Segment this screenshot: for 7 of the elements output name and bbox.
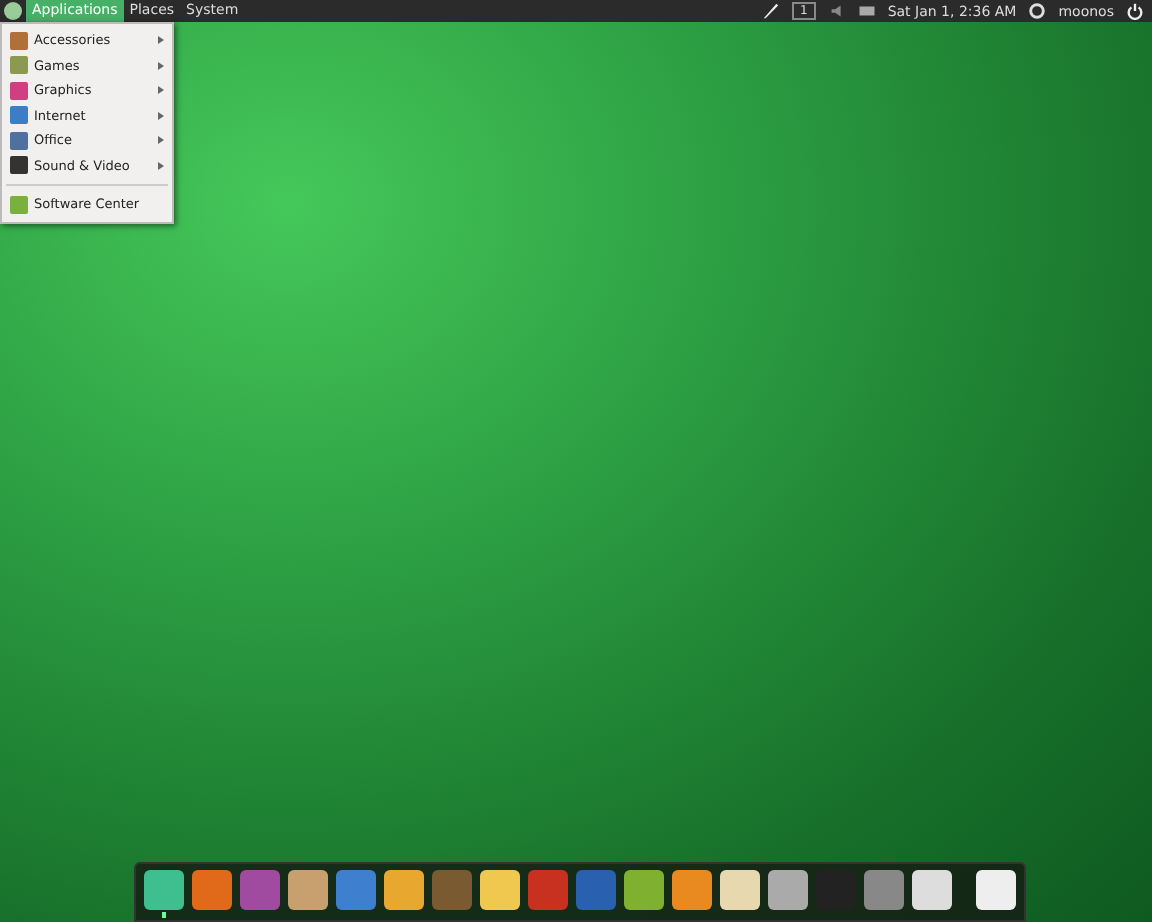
power-icon[interactable]	[1126, 2, 1144, 20]
submenu-arrow-icon	[158, 61, 164, 70]
submenu-arrow-icon	[158, 111, 164, 120]
submenu-arrow-icon	[158, 136, 164, 145]
submenu-arrow-icon	[158, 161, 164, 170]
submenu-arrow-icon	[158, 36, 164, 45]
submenu-arrow-icon	[158, 86, 164, 95]
